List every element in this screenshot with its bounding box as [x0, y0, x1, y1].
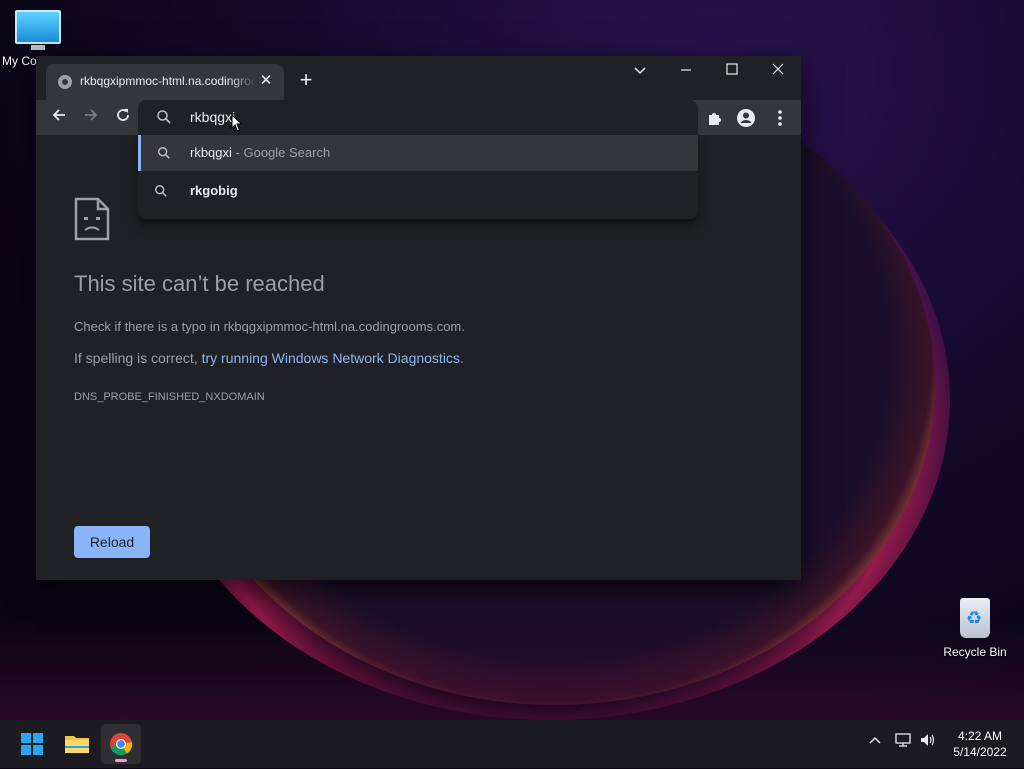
- clock[interactable]: 4:22 AM 5/14/2022: [944, 728, 1016, 760]
- close-window-button[interactable]: [755, 56, 801, 86]
- tab-search-button[interactable]: [617, 56, 663, 86]
- suggestion-item[interactable]: rkbqgxi - Google Search: [138, 135, 698, 171]
- show-hidden-icons-button[interactable]: [867, 732, 883, 751]
- sad-page-icon: [74, 197, 110, 241]
- speaker-icon: [921, 734, 935, 746]
- chrome-window: rkbqgxipmmoc-html.na.codingrooms.com ✕ +: [36, 56, 801, 580]
- profile-icon: [737, 109, 755, 127]
- maximize-icon: [726, 63, 738, 75]
- spelling-suffix: .: [459, 350, 464, 366]
- browser-tab[interactable]: rkbqgxipmmoc-html.na.codingrooms.com ✕: [46, 64, 284, 100]
- kebab-menu-icon: [778, 110, 782, 126]
- desktop-icon-recycle-bin[interactable]: ♻ Recycle Bin: [937, 598, 1013, 659]
- error-title: This site can’t be reached: [74, 271, 325, 296]
- address-bar[interactable]: rkbqgxi: [138, 100, 698, 135]
- search-icon: [158, 147, 170, 159]
- taskbar: 4:22 AM 5/14/2022: [0, 720, 1024, 768]
- chevron-up-icon: [869, 736, 881, 744]
- error-typo-text: Check if there is a typo in rkbqgxipmmoc…: [74, 319, 465, 334]
- globe-icon: [58, 75, 72, 89]
- new-tab-button[interactable]: +: [296, 69, 316, 91]
- clock-time: 4:22 AM: [957, 729, 1003, 743]
- suggestion-text: rkbqgxi: [190, 145, 232, 160]
- mouse-pointer-icon: [231, 114, 243, 132]
- omnibox-suggestions: rkbqgxi - Google Search rkgobig: [138, 135, 698, 219]
- network-diagnostics-link[interactable]: try running Windows Network Diagnostics: [202, 350, 460, 366]
- suggestion-item[interactable]: rkgobig: [138, 173, 698, 209]
- error-code: DNS_PROBE_FINISHED_NXDOMAIN: [74, 391, 265, 403]
- puzzle-icon: [709, 113, 721, 125]
- search-icon: [157, 110, 171, 124]
- reload-button[interactable]: [110, 105, 136, 131]
- start-button[interactable]: [12, 724, 52, 764]
- title-bar: rkbqgxipmmoc-html.na.codingrooms.com ✕ +: [36, 56, 801, 100]
- start-icon: [21, 733, 43, 755]
- chrome-icon: [110, 733, 133, 756]
- extensions-button[interactable]: [702, 105, 728, 131]
- chrome-taskbar-button[interactable]: [101, 724, 141, 764]
- search-icon: [155, 185, 167, 197]
- error-spelling-text: If spelling is correct, try running Wind…: [74, 350, 464, 366]
- profile-button[interactable]: [733, 105, 759, 131]
- file-explorer-icon: [65, 736, 89, 753]
- minimize-button[interactable]: [663, 56, 709, 86]
- suggestion-text: rkgobig: [190, 183, 238, 198]
- clock-date: 5/14/2022: [953, 745, 1007, 759]
- network-icon: [895, 733, 911, 747]
- computer-icon: [15, 10, 61, 50]
- toolbar: rkbqgxi: [36, 100, 801, 135]
- file-explorer-button[interactable]: [57, 724, 97, 764]
- chevron-down-icon: [634, 67, 646, 75]
- menu-button[interactable]: [767, 105, 793, 131]
- suggestion-suffix: - Google Search: [231, 145, 331, 160]
- network-button[interactable]: [894, 732, 912, 751]
- forward-button[interactable]: [78, 105, 104, 131]
- back-arrow-icon: [52, 109, 65, 121]
- back-button[interactable]: [46, 105, 72, 131]
- address-input-value[interactable]: rkbqgxi: [190, 109, 235, 125]
- active-indicator: [115, 759, 127, 762]
- tab-close-icon[interactable]: ✕: [258, 73, 274, 89]
- reload-page-button[interactable]: Reload: [74, 526, 150, 558]
- refresh-icon: [117, 109, 129, 121]
- wallpaper-base: [0, 620, 1024, 720]
- volume-button[interactable]: [919, 732, 937, 751]
- close-icon: [772, 63, 784, 75]
- recycle-bin-icon: ♻: [960, 598, 990, 638]
- maximize-button[interactable]: [709, 56, 755, 86]
- minimize-icon: [681, 69, 691, 71]
- forward-arrow-icon: [85, 109, 98, 121]
- tab-title: rkbqgxipmmoc-html.na.codingrooms.com: [80, 74, 256, 88]
- desktop-icon-label: Recycle Bin: [943, 645, 1007, 659]
- spelling-prefix: If spelling is correct,: [74, 350, 202, 366]
